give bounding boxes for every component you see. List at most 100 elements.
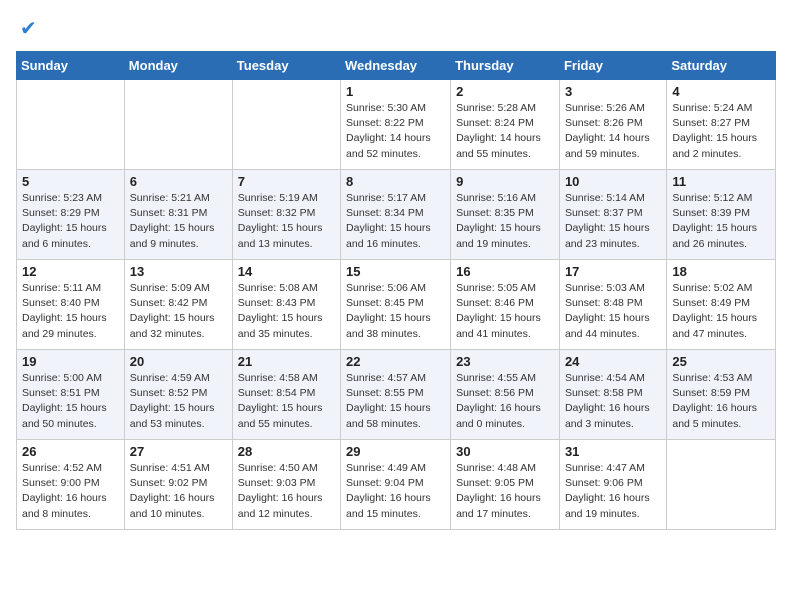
day-info: Sunrise: 4:50 AM Sunset: 9:03 PM Dayligh… [238,461,335,522]
calendar-cell: 4Sunrise: 5:24 AM Sunset: 8:27 PM Daylig… [667,80,776,170]
week-row-2: 5Sunrise: 5:23 AM Sunset: 8:29 PM Daylig… [17,170,776,260]
day-info: Sunrise: 4:47 AM Sunset: 9:06 PM Dayligh… [565,461,661,522]
header-cell-friday: Friday [559,52,666,80]
day-number: 13 [130,264,227,279]
calendar-cell [124,80,232,170]
day-info: Sunrise: 5:05 AM Sunset: 8:46 PM Dayligh… [456,281,554,342]
day-info: Sunrise: 5:26 AM Sunset: 8:26 PM Dayligh… [565,101,661,162]
calendar-cell: 25 Sunrise: 4:53 AM Sunset: 8:59 PM Dayli… [667,350,776,440]
day-number: 16 [456,264,554,279]
calendar-cell: 18Sunrise: 5:02 AM Sunset: 8:49 PM Dayli… [667,260,776,350]
calendar-cell: 5Sunrise: 5:23 AM Sunset: 8:29 PM Daylig… [17,170,125,260]
day-info: Sunrise: 4:59 AM Sunset: 8:52 PM Dayligh… [130,371,227,432]
day-info: Sunrise: 5:28 AM Sunset: 8:24 PM Dayligh… [456,101,554,162]
calendar-cell: 14 Sunrise: 5:08 AM Sunset: 8:43 PM Dayli… [232,260,340,350]
calendar-cell: 2 Sunrise: 5:28 AM Sunset: 8:24 PM Daylig… [451,80,560,170]
day-info: Sunrise: 4:58 AM Sunset: 8:54 PM Dayligh… [238,371,335,432]
day-info: Sunrise: 5:08 AM Sunset: 8:43 PM Dayligh… [238,281,335,342]
calendar-cell: 12 Sunrise: 5:11 AM Sunset: 8:40 PM Dayli… [17,260,125,350]
week-row-5: 26 Sunrise: 4:52 AM Sunset: 9:00 PM Dayli… [17,440,776,530]
day-info: Sunrise: 4:54 AM Sunset: 8:58 PM Dayligh… [565,371,661,432]
day-number: 20 [130,354,227,369]
calendar-cell: 15 Sunrise: 5:06 AM Sunset: 8:45 PM Dayli… [341,260,451,350]
day-info: Sunrise: 5:24 AM Sunset: 8:27 PM Dayligh… [672,101,770,162]
day-info: Sunrise: 4:51 AM Sunset: 9:02 PM Dayligh… [130,461,227,522]
day-info: Sunrise: 4:49 AM Sunset: 9:04 PM Dayligh… [346,461,445,522]
day-number: 8 [346,174,445,189]
calendar-cell: 9 Sunrise: 5:16 AM Sunset: 8:35 PM Daylig… [451,170,560,260]
day-number: 10 [565,174,661,189]
calendar-table: SundayMondayTuesdayWednesdayThursdayFrid… [16,51,776,530]
day-number: 2 [456,84,554,99]
calendar-cell: 28 Sunrise: 4:50 AM Sunset: 9:03 PM Dayli… [232,440,340,530]
calendar-cell: 8Sunrise: 5:17 AM Sunset: 8:34 PM Daylig… [341,170,451,260]
week-row-1: 1 Sunrise: 5:30 AM Sunset: 8:22 PM Daylig… [17,80,776,170]
calendar-cell: 24 Sunrise: 4:54 AM Sunset: 8:58 PM Dayli… [559,350,666,440]
day-number: 15 [346,264,445,279]
header-cell-sunday: Sunday [17,52,125,80]
calendar-cell: 27 Sunrise: 4:51 AM Sunset: 9:02 PM Dayli… [124,440,232,530]
day-info: Sunrise: 5:09 AM Sunset: 8:42 PM Dayligh… [130,281,227,342]
day-info: Sunrise: 5:21 AM Sunset: 8:31 PM Dayligh… [130,191,227,252]
day-number: 25 [672,354,770,369]
calendar-cell: 10 Sunrise: 5:14 AM Sunset: 8:37 PM Dayli… [559,170,666,260]
day-info: Sunrise: 5:03 AM Sunset: 8:48 PM Dayligh… [565,281,661,342]
day-number: 21 [238,354,335,369]
calendar-cell: 21 Sunrise: 4:58 AM Sunset: 8:54 PM Dayli… [232,350,340,440]
calendar-cell: 31 Sunrise: 4:47 AM Sunset: 9:06 PM Dayli… [559,440,666,530]
calendar-cell [232,80,340,170]
day-info: Sunrise: 4:48 AM Sunset: 9:05 PM Dayligh… [456,461,554,522]
day-number: 9 [456,174,554,189]
calendar-cell [17,80,125,170]
calendar-cell: 26 Sunrise: 4:52 AM Sunset: 9:00 PM Dayli… [17,440,125,530]
calendar-cell: 29 Sunrise: 4:49 AM Sunset: 9:04 PM Dayli… [341,440,451,530]
day-number: 12 [22,264,119,279]
header-cell-monday: Monday [124,52,232,80]
day-number: 28 [238,444,335,459]
day-number: 29 [346,444,445,459]
day-number: 24 [565,354,661,369]
page-header: ✔ [16,16,776,41]
day-info: Sunrise: 5:30 AM Sunset: 8:22 PM Dayligh… [346,101,445,162]
day-number: 6 [130,174,227,189]
day-number: 26 [22,444,119,459]
day-info: Sunrise: 5:16 AM Sunset: 8:35 PM Dayligh… [456,191,554,252]
header-cell-wednesday: Wednesday [341,52,451,80]
day-info: Sunrise: 5:06 AM Sunset: 8:45 PM Dayligh… [346,281,445,342]
day-number: 19 [22,354,119,369]
calendar-cell: 7 Sunrise: 5:19 AM Sunset: 8:32 PM Daylig… [232,170,340,260]
day-info: Sunrise: 5:19 AM Sunset: 8:32 PM Dayligh… [238,191,335,252]
day-info: Sunrise: 4:53 AM Sunset: 8:59 PM Dayligh… [672,371,770,432]
header-row: SundayMondayTuesdayWednesdayThursdayFrid… [17,52,776,80]
day-number: 1 [346,84,445,99]
day-number: 31 [565,444,661,459]
day-info: Sunrise: 5:12 AM Sunset: 8:39 PM Dayligh… [672,191,770,252]
calendar-cell: 11Sunrise: 5:12 AM Sunset: 8:39 PM Dayli… [667,170,776,260]
day-info: Sunrise: 4:52 AM Sunset: 9:00 PM Dayligh… [22,461,119,522]
week-row-4: 19 Sunrise: 5:00 AM Sunset: 8:51 PM Dayli… [17,350,776,440]
calendar-cell: 22 Sunrise: 4:57 AM Sunset: 8:55 PM Dayli… [341,350,451,440]
day-info: Sunrise: 5:14 AM Sunset: 8:37 PM Dayligh… [565,191,661,252]
bird-icon: ✔ [20,16,37,41]
day-number: 27 [130,444,227,459]
calendar-cell: 6 Sunrise: 5:21 AM Sunset: 8:31 PM Daylig… [124,170,232,260]
header-cell-tuesday: Tuesday [232,52,340,80]
day-info: Sunrise: 5:11 AM Sunset: 8:40 PM Dayligh… [22,281,119,342]
calendar-cell [667,440,776,530]
calendar-cell: 1 Sunrise: 5:30 AM Sunset: 8:22 PM Daylig… [341,80,451,170]
calendar-cell: 3 Sunrise: 5:26 AM Sunset: 8:26 PM Daylig… [559,80,666,170]
day-info: Sunrise: 4:57 AM Sunset: 8:55 PM Dayligh… [346,371,445,432]
day-number: 3 [565,84,661,99]
logo: ✔ [16,16,37,41]
header-cell-saturday: Saturday [667,52,776,80]
day-info: Sunrise: 5:23 AM Sunset: 8:29 PM Dayligh… [22,191,119,252]
week-row-3: 12 Sunrise: 5:11 AM Sunset: 8:40 PM Dayli… [17,260,776,350]
day-number: 7 [238,174,335,189]
calendar-cell: 30Sunrise: 4:48 AM Sunset: 9:05 PM Dayli… [451,440,560,530]
calendar-cell: 23Sunrise: 4:55 AM Sunset: 8:56 PM Dayli… [451,350,560,440]
calendar-cell: 13 Sunrise: 5:09 AM Sunset: 8:42 PM Dayli… [124,260,232,350]
day-info: Sunrise: 5:00 AM Sunset: 8:51 PM Dayligh… [22,371,119,432]
day-number: 14 [238,264,335,279]
day-number: 22 [346,354,445,369]
calendar-cell: 19 Sunrise: 5:00 AM Sunset: 8:51 PM Dayli… [17,350,125,440]
